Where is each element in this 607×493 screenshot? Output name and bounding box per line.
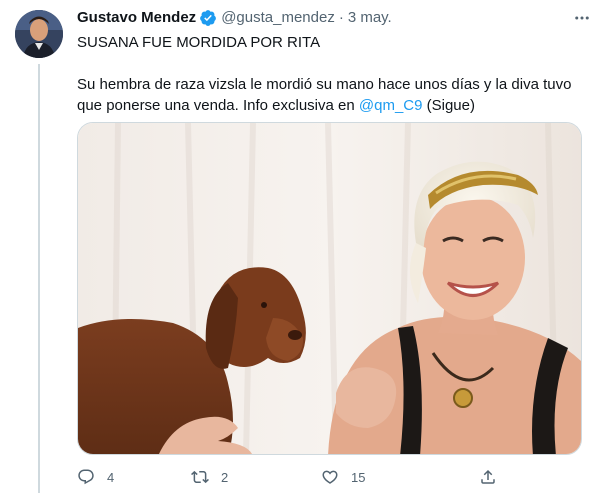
like-button[interactable]: 15 <box>321 468 365 486</box>
tweet-body-text: Su hembra de raza vizsla le mordió su ma… <box>77 76 572 114</box>
retweet-count: 2 <box>221 469 229 485</box>
display-name[interactable]: Gustavo Mendez <box>77 8 196 28</box>
tweet-actions: 4 2 15 <box>77 466 582 488</box>
more-horizontal-icon <box>575 16 589 20</box>
like-count: 15 <box>351 469 366 485</box>
mention-link[interactable]: @qm_C9 <box>359 97 423 114</box>
handle[interactable]: @gusta_mendez <box>221 8 335 28</box>
avatar[interactable] <box>15 10 63 58</box>
share-icon <box>481 469 495 484</box>
heart-icon <box>322 470 338 484</box>
user-avatar-icon <box>15 10 63 58</box>
tweet-body-tail: (Sigue) <box>422 97 475 114</box>
tweet-header: Gustavo Mendez @gusta_mendez · 3 may. <box>77 8 592 28</box>
reply-icon <box>78 469 94 485</box>
reply-count: 4 <box>107 469 115 485</box>
tweet-text: SUSANA FUE MORDIDA POR RITA Su hembra de… <box>77 32 592 116</box>
tweet-photo[interactable] <box>77 122 582 455</box>
retweet-icon <box>191 470 209 484</box>
share-button[interactable] <box>479 468 497 486</box>
separator: · <box>338 9 344 26</box>
reply-button[interactable]: 4 <box>77 468 114 486</box>
more-options-button[interactable] <box>571 8 593 28</box>
retweet-button[interactable]: 2 <box>191 468 228 486</box>
tweet-headline: SUSANA FUE MORDIDA POR RITA <box>77 34 321 51</box>
tweet-content: Gustavo Mendez @gusta_mendez · 3 may. SU… <box>77 8 592 116</box>
verified-badge-icon <box>200 10 217 26</box>
photo-woman-with-dog <box>78 123 581 454</box>
tweet[interactable]: Gustavo Mendez @gusta_mendez · 3 may. SU… <box>0 0 607 493</box>
thread-line <box>38 64 40 493</box>
tweet-body: Su hembra de raza vizsla le mordió su ma… <box>77 74 592 116</box>
tweet-date[interactable]: 3 may. <box>348 8 392 28</box>
